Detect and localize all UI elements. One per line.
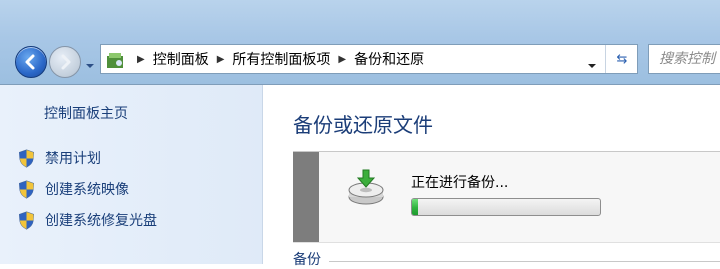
sidebar-item-label: 禁用计划 [45,151,101,167]
backup-progress-panel: 正在进行备份... [293,151,720,243]
navigation-bar: ▶ 控制面板 ▶ 所有控制面板项 ▶ 备份和还原 ⇆ 搜索控制 [0,0,720,85]
refresh-icon: ⇆ [616,51,628,67]
sidebar-item-label: 创建系统修复光盘 [45,213,157,229]
address-bar[interactable]: ▶ 控制面板 ▶ 所有控制面板项 ▶ 备份和还原 ⇆ [100,44,638,74]
task-pane: 控制面板主页 禁用计划 创建系统映像 创建系统修复光盘 [0,85,263,264]
sidebar-item-create-repair-disc[interactable]: 创建系统修复光盘 [18,209,157,231]
backup-drive-icon [348,169,384,205]
backup-progress-bar [411,198,601,216]
breadcrumb-item-control-panel[interactable]: 控制面板 [153,49,209,69]
uac-shield-icon [18,148,35,168]
section-divider [329,261,720,262]
chevron-down-icon [588,64,596,68]
uac-shield-icon [18,210,35,230]
breadcrumb-separator-icon: ▶ [338,53,347,65]
back-arrow-icon [25,54,35,70]
sidebar-item-create-system-image[interactable]: 创建系统映像 [18,178,129,200]
sidebar-item-label: 创建系统映像 [45,182,129,198]
breadcrumb-separator-icon: ▶ [216,53,225,65]
progress-fill [412,199,418,215]
breadcrumb: ▶ 控制面板 ▶ 所有控制面板项 ▶ 备份和还原 [129,45,424,73]
control-panel-home-link[interactable]: 控制面板主页 [44,103,128,123]
panel-accent-strip [293,152,319,242]
chevron-down-icon [86,64,94,68]
breadcrumb-item-backup-restore[interactable]: 备份和还原 [354,49,424,69]
section-label-backup: 备份 [293,252,321,268]
control-panel-icon [107,53,123,68]
breadcrumb-separator-icon: ▶ [137,53,145,65]
recent-pages-dropdown[interactable] [84,56,96,68]
refresh-button[interactable]: ⇆ [605,45,638,73]
address-history-dropdown[interactable] [587,55,597,68]
uac-shield-icon [18,179,35,199]
breadcrumb-item-all-items[interactable]: 所有控制面板项 [232,49,330,69]
main-content: 备份或还原文件 正在进行备份... 备份 [263,85,720,268]
forward-arrow-icon [61,54,71,70]
backup-status-text: 正在进行备份... [411,175,509,191]
page-title: 备份或还原文件 [293,113,433,137]
forward-button[interactable] [49,46,81,78]
search-input[interactable]: 搜索控制 [648,44,720,74]
sidebar-item-disable-schedule[interactable]: 禁用计划 [18,147,101,169]
back-button[interactable] [15,46,47,78]
